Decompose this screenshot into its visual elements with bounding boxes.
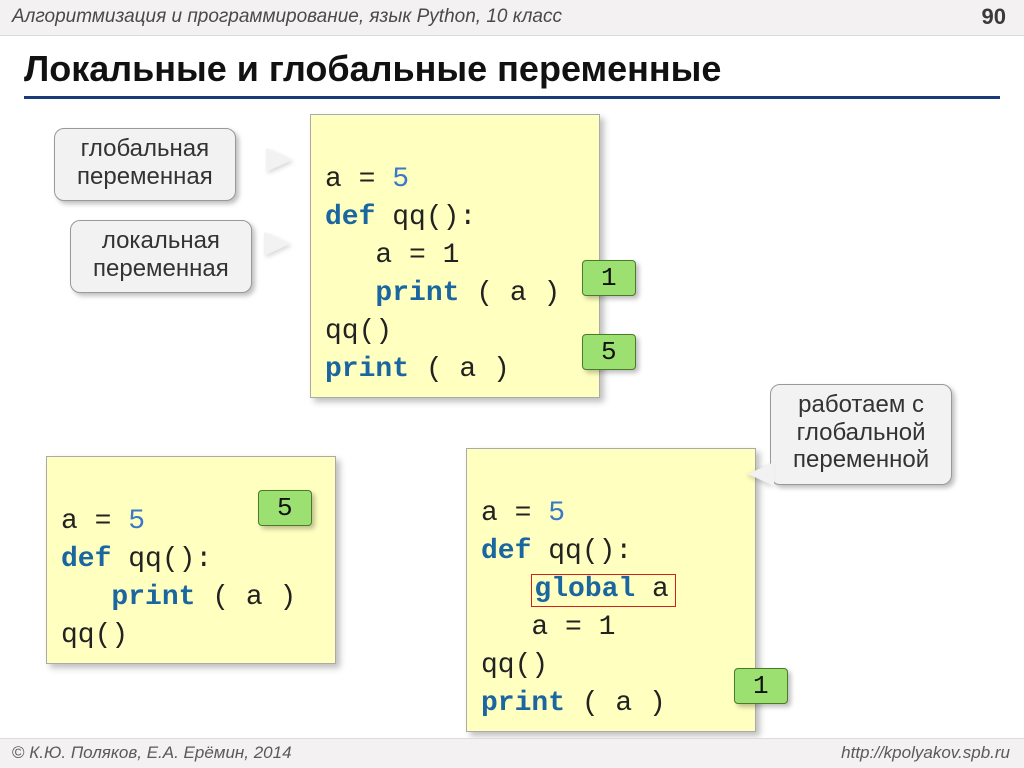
callout-text: локальная переменная	[93, 227, 229, 282]
callout-text: работаем с глобальной переменной	[793, 391, 929, 474]
output-badge-1: 1	[582, 260, 636, 296]
callout-tail-icon	[264, 232, 290, 256]
page-number: 90	[982, 4, 1006, 30]
callout-global-var: глобальная переменная	[54, 128, 236, 201]
callout-local-var: локальная переменная	[70, 220, 252, 293]
callout-work-global: работаем с глобальной переменной	[770, 384, 952, 485]
output-badge-5: 5	[582, 334, 636, 370]
footer-url: http://kpolyakov.spb.ru	[841, 743, 1010, 763]
code-block-2: a = 5 def qq(): print ( a ) qq()	[46, 456, 336, 664]
output-badge-1b: 1	[734, 668, 788, 704]
code-text: a = 5 def qq(): print ( a ) qq()	[61, 506, 296, 651]
code-text: a = 5 def qq(): a = 1 print ( a ) qq() p…	[325, 164, 560, 385]
callout-tail-icon	[266, 148, 292, 172]
code-block-1: a = 5 def qq(): a = 1 print ( a ) qq() p…	[310, 114, 600, 398]
code-text: a = 5 def qq(): global a a = 1 qq() prin…	[481, 498, 676, 719]
header-subject: Алгоритмизация и программирование, язык …	[12, 6, 562, 28]
title-underline	[24, 96, 1000, 99]
callout-tail-icon	[748, 462, 774, 486]
global-highlight: global a	[531, 574, 675, 607]
callout-text: глобальная переменная	[77, 135, 213, 190]
copyright-icon: ©	[12, 743, 25, 763]
code-block-3: a = 5 def qq(): global a a = 1 qq() prin…	[466, 448, 756, 732]
output-badge-5b: 5	[258, 490, 312, 526]
footer-copyright: © К.Ю. Поляков, Е.А. Ерёмин, 2014	[12, 743, 292, 763]
slide-title: Локальные и глобальные переменные	[24, 48, 721, 90]
